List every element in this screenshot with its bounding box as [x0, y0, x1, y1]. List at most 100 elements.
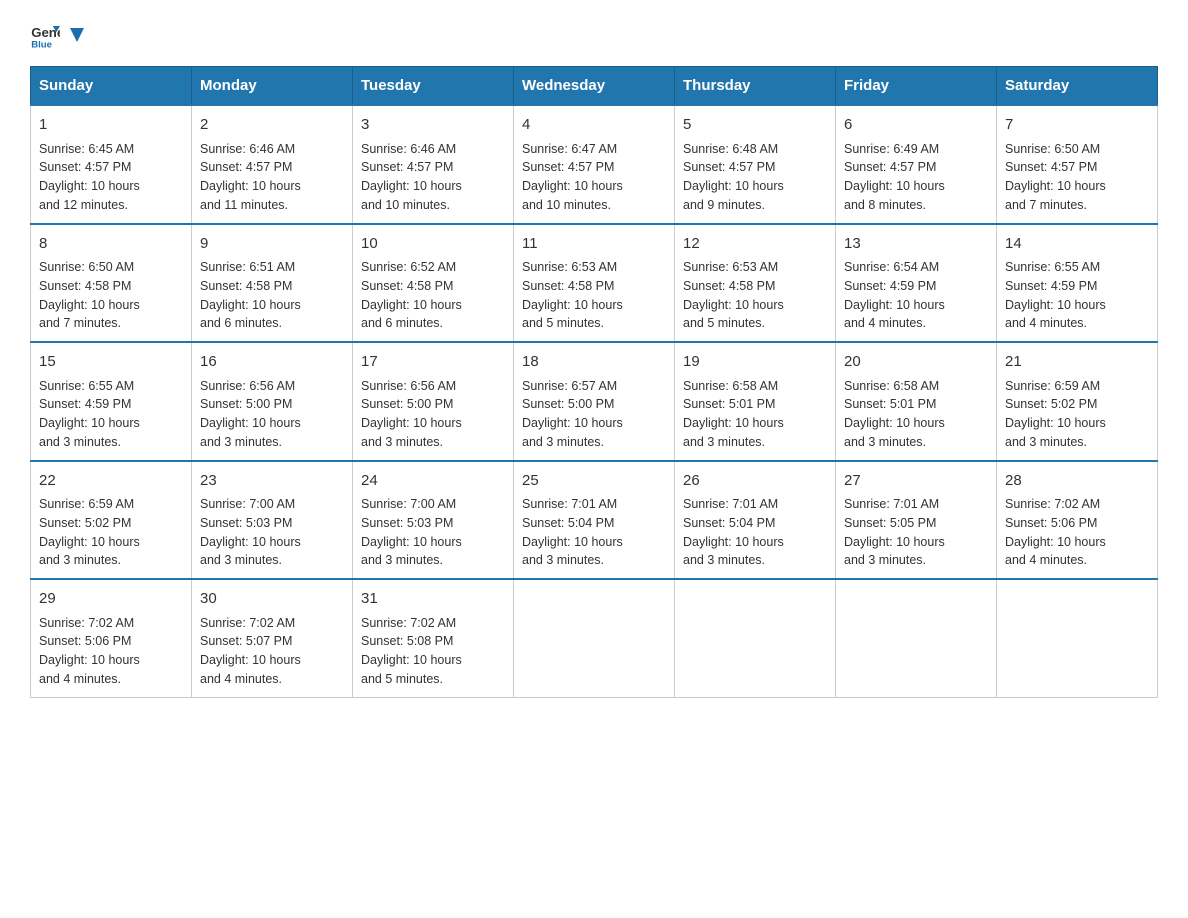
calendar-cell: 12 Sunrise: 6:53 AM Sunset: 4:58 PM Dayl…: [675, 224, 836, 343]
sunrise-label: Sunrise: 6:59 AM: [1005, 379, 1100, 393]
sunrise-label: Sunrise: 6:56 AM: [200, 379, 295, 393]
sunset-label: Sunset: 4:57 PM: [844, 160, 936, 174]
calendar-cell: 15 Sunrise: 6:55 AM Sunset: 4:59 PM Dayl…: [31, 342, 192, 461]
calendar-table: SundayMondayTuesdayWednesdayThursdayFrid…: [30, 66, 1158, 698]
calendar-cell: 16 Sunrise: 6:56 AM Sunset: 5:00 PM Dayl…: [192, 342, 353, 461]
sunset-label: Sunset: 4:59 PM: [844, 279, 936, 293]
day-number: 23: [200, 470, 344, 493]
day-number: 25: [522, 470, 666, 493]
calendar-cell: 14 Sunrise: 6:55 AM Sunset: 4:59 PM Dayl…: [997, 224, 1158, 343]
day-number: 14: [1005, 233, 1149, 256]
daylight-minutes: and 6 minutes.: [361, 316, 443, 330]
sunset-label: Sunset: 4:57 PM: [683, 160, 775, 174]
sunset-label: Sunset: 5:00 PM: [522, 397, 614, 411]
day-number: 20: [844, 351, 988, 374]
day-number: 9: [200, 233, 344, 256]
daylight-label: Daylight: 10 hours: [844, 298, 945, 312]
sunset-label: Sunset: 5:03 PM: [361, 516, 453, 530]
calendar-cell: 18 Sunrise: 6:57 AM Sunset: 5:00 PM Dayl…: [514, 342, 675, 461]
calendar-cell: 24 Sunrise: 7:00 AM Sunset: 5:03 PM Dayl…: [353, 461, 514, 580]
calendar-header-thursday: Thursday: [675, 67, 836, 106]
sunset-label: Sunset: 5:00 PM: [200, 397, 292, 411]
calendar-week-row: 1 Sunrise: 6:45 AM Sunset: 4:57 PM Dayli…: [31, 105, 1158, 224]
daylight-minutes: and 5 minutes.: [361, 672, 443, 686]
calendar-cell: 29 Sunrise: 7:02 AM Sunset: 5:06 PM Dayl…: [31, 579, 192, 697]
daylight-minutes: and 7 minutes.: [1005, 198, 1087, 212]
daylight-label: Daylight: 10 hours: [844, 535, 945, 549]
sunrise-label: Sunrise: 7:02 AM: [361, 616, 456, 630]
daylight-minutes: and 3 minutes.: [1005, 435, 1087, 449]
day-number: 4: [522, 114, 666, 137]
page-header: General Blue: [30, 20, 1158, 50]
calendar-header-tuesday: Tuesday: [353, 67, 514, 106]
daylight-label: Daylight: 10 hours: [39, 416, 140, 430]
calendar-cell: 3 Sunrise: 6:46 AM Sunset: 4:57 PM Dayli…: [353, 105, 514, 224]
sunrise-label: Sunrise: 7:01 AM: [683, 497, 778, 511]
daylight-label: Daylight: 10 hours: [844, 179, 945, 193]
calendar-header-saturday: Saturday: [997, 67, 1158, 106]
sunset-label: Sunset: 5:03 PM: [200, 516, 292, 530]
daylight-minutes: and 4 minutes.: [200, 672, 282, 686]
sunrise-label: Sunrise: 6:57 AM: [522, 379, 617, 393]
sunrise-label: Sunrise: 7:00 AM: [200, 497, 295, 511]
day-number: 16: [200, 351, 344, 374]
calendar-cell: [997, 579, 1158, 697]
calendar-cell: 17 Sunrise: 6:56 AM Sunset: 5:00 PM Dayl…: [353, 342, 514, 461]
daylight-label: Daylight: 10 hours: [683, 179, 784, 193]
sunrise-label: Sunrise: 7:02 AM: [1005, 497, 1100, 511]
sunrise-label: Sunrise: 6:45 AM: [39, 142, 134, 156]
daylight-minutes: and 5 minutes.: [522, 316, 604, 330]
logo-triangle-icon: [66, 24, 88, 46]
daylight-minutes: and 11 minutes.: [200, 198, 288, 212]
daylight-label: Daylight: 10 hours: [522, 416, 623, 430]
sunrise-label: Sunrise: 6:50 AM: [1005, 142, 1100, 156]
sunset-label: Sunset: 5:07 PM: [200, 634, 292, 648]
sunset-label: Sunset: 5:02 PM: [1005, 397, 1097, 411]
daylight-label: Daylight: 10 hours: [39, 653, 140, 667]
daylight-minutes: and 10 minutes.: [361, 198, 450, 212]
daylight-label: Daylight: 10 hours: [361, 298, 462, 312]
daylight-minutes: and 3 minutes.: [683, 553, 765, 567]
daylight-label: Daylight: 10 hours: [361, 416, 462, 430]
sunset-label: Sunset: 4:58 PM: [200, 279, 292, 293]
day-number: 22: [39, 470, 183, 493]
sunset-label: Sunset: 4:58 PM: [683, 279, 775, 293]
calendar-cell: 9 Sunrise: 6:51 AM Sunset: 4:58 PM Dayli…: [192, 224, 353, 343]
daylight-label: Daylight: 10 hours: [683, 298, 784, 312]
sunrise-label: Sunrise: 7:01 AM: [522, 497, 617, 511]
sunrise-label: Sunrise: 7:02 AM: [39, 616, 134, 630]
calendar-cell: [836, 579, 997, 697]
daylight-label: Daylight: 10 hours: [200, 653, 301, 667]
sunset-label: Sunset: 5:06 PM: [1005, 516, 1097, 530]
sunset-label: Sunset: 4:58 PM: [361, 279, 453, 293]
daylight-minutes: and 3 minutes.: [200, 435, 282, 449]
day-number: 19: [683, 351, 827, 374]
calendar-cell: 10 Sunrise: 6:52 AM Sunset: 4:58 PM Dayl…: [353, 224, 514, 343]
calendar-cell: 21 Sunrise: 6:59 AM Sunset: 5:02 PM Dayl…: [997, 342, 1158, 461]
sunrise-label: Sunrise: 6:53 AM: [683, 260, 778, 274]
sunset-label: Sunset: 4:57 PM: [39, 160, 131, 174]
daylight-label: Daylight: 10 hours: [200, 298, 301, 312]
day-number: 2: [200, 114, 344, 137]
daylight-label: Daylight: 10 hours: [844, 416, 945, 430]
day-number: 12: [683, 233, 827, 256]
daylight-minutes: and 3 minutes.: [361, 553, 443, 567]
sunset-label: Sunset: 4:58 PM: [39, 279, 131, 293]
sunrise-label: Sunrise: 6:55 AM: [1005, 260, 1100, 274]
day-number: 27: [844, 470, 988, 493]
sunrise-label: Sunrise: 6:51 AM: [200, 260, 295, 274]
calendar-header-sunday: Sunday: [31, 67, 192, 106]
calendar-cell: 25 Sunrise: 7:01 AM Sunset: 5:04 PM Dayl…: [514, 461, 675, 580]
calendar-cell: 2 Sunrise: 6:46 AM Sunset: 4:57 PM Dayli…: [192, 105, 353, 224]
daylight-label: Daylight: 10 hours: [200, 179, 301, 193]
daylight-minutes: and 3 minutes.: [361, 435, 443, 449]
daylight-minutes: and 3 minutes.: [683, 435, 765, 449]
calendar-cell: 8 Sunrise: 6:50 AM Sunset: 4:58 PM Dayli…: [31, 224, 192, 343]
daylight-minutes: and 5 minutes.: [683, 316, 765, 330]
sunset-label: Sunset: 5:00 PM: [361, 397, 453, 411]
day-number: 18: [522, 351, 666, 374]
sunset-label: Sunset: 5:08 PM: [361, 634, 453, 648]
day-number: 21: [1005, 351, 1149, 374]
sunset-label: Sunset: 4:58 PM: [522, 279, 614, 293]
calendar-cell: 22 Sunrise: 6:59 AM Sunset: 5:02 PM Dayl…: [31, 461, 192, 580]
